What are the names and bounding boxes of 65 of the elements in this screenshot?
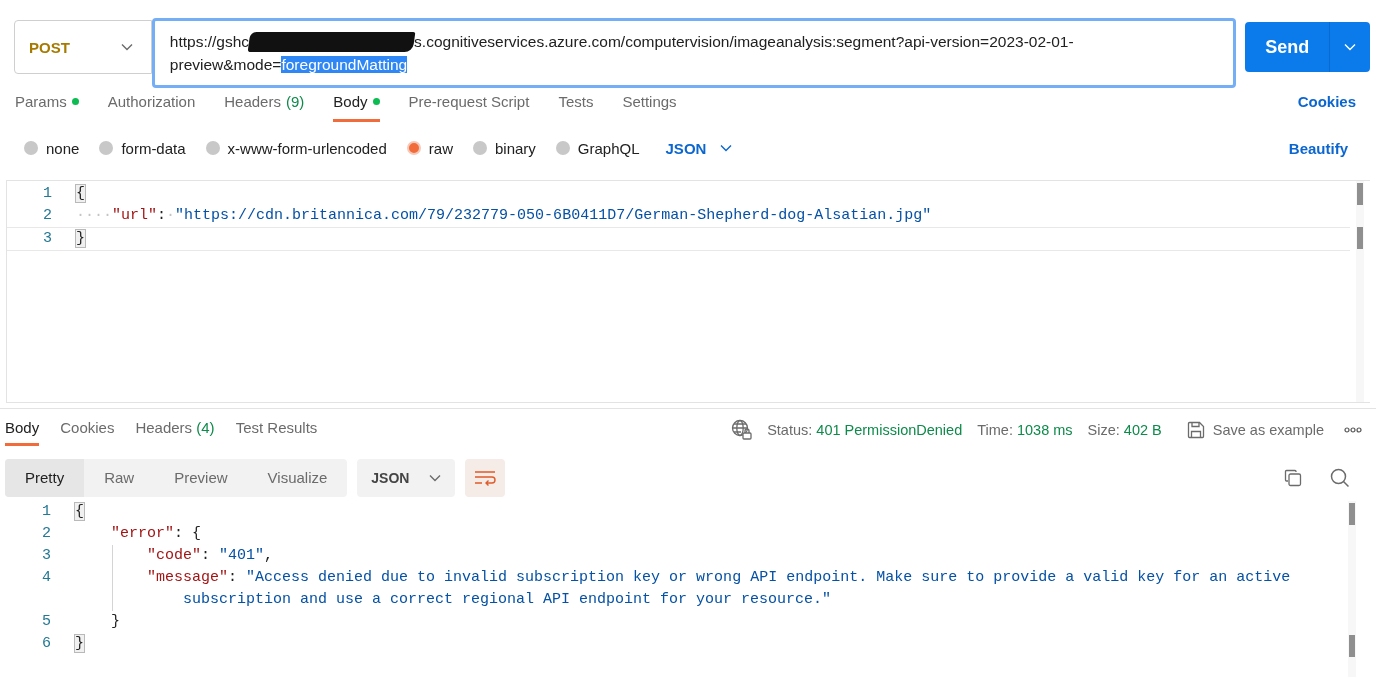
more-icon[interactable] — [1344, 427, 1362, 433]
response-tab[interactable]: Cookies — [60, 419, 115, 446]
beautify-link[interactable]: Beautify — [1288, 139, 1348, 157]
cookies-link[interactable]: Cookies — [1297, 89, 1356, 110]
chevron-down-icon — [120, 43, 133, 51]
wrap-lines-icon — [474, 469, 497, 486]
radio-button[interactable] — [99, 141, 114, 155]
radio-button[interactable] — [24, 141, 38, 155]
radio-button[interactable] — [406, 141, 421, 155]
view-mode-tab[interactable]: Visualize — [247, 458, 348, 497]
line-number: 5 — [41, 612, 51, 632]
code-line: "code": "401", — [75, 545, 1325, 567]
globe-lock-icon[interactable] — [731, 419, 754, 441]
save-example-link[interactable]: Save as example — [1212, 422, 1324, 438]
status-item: Size: 402 B — [1087, 422, 1162, 438]
line-number: 1 — [41, 502, 51, 522]
request-tab[interactable]: Pre-request Script — [408, 89, 530, 122]
request-tab[interactable]: Authorization — [107, 89, 196, 122]
radio-button[interactable] — [472, 141, 487, 155]
radio-label[interactable]: GraphQL — [577, 139, 640, 157]
line-number: 1 — [42, 184, 52, 204]
wrap-lines-button[interactable] — [465, 458, 506, 497]
view-mode-tab[interactable]: Pretty — [5, 458, 85, 497]
scroll-marker — [1349, 635, 1355, 657]
line-number: 3 — [42, 229, 52, 249]
scrollbar-thumb[interactable] — [1357, 183, 1363, 205]
save-icon[interactable] — [1186, 421, 1205, 439]
format-dropdown[interactable]: JSON — [665, 139, 733, 157]
line-number: 2 — [41, 524, 51, 544]
line-number: 3 — [41, 546, 51, 566]
code-line: "message": "Access denied due to invalid subscription key or wrong API endpoint. Make sure to provide a valid key for an active subscription and use a correct regional API endpoint for your resource." — [75, 567, 1325, 611]
line-number: 6 — [41, 634, 51, 654]
request-tab[interactable]: Params — [15, 89, 79, 122]
chevron-down-icon — [429, 473, 442, 482]
method-dropdown[interactable]: POST — [14, 20, 152, 74]
code-line: } — [110, 612, 122, 632]
status-item: Time: 1038 ms — [977, 422, 1073, 438]
response-tab[interactable]: Test Results — [235, 419, 318, 446]
chevron-down-icon — [720, 144, 733, 152]
code-line: ····"url":·"https://cdn.britannica.com/79/232779-050-6B0411D7/German-Shepherd-dog-Alsatian.jpg" — [76, 206, 933, 226]
search-icon[interactable] — [1330, 467, 1350, 488]
code-line: "error": { — [110, 524, 203, 544]
radio-label[interactable]: none — [46, 139, 80, 157]
response-tab[interactable]: Headers (4) — [135, 419, 215, 446]
request-tab[interactable]: Headers (9) — [224, 89, 305, 122]
status-item: Status: 401 PermissionDenied — [767, 422, 963, 438]
request-tab[interactable]: Settings — [622, 89, 677, 122]
radio-label[interactable]: x-www-form-urlencoded — [227, 139, 387, 157]
request-tab[interactable]: Body — [333, 89, 380, 122]
chevron-down-icon — [1344, 43, 1357, 51]
scroll-marker — [1357, 227, 1363, 249]
scrollbar-thumb[interactable] — [1349, 503, 1355, 525]
line-number: 2 — [42, 206, 52, 226]
response-tab[interactable]: Body — [5, 419, 40, 446]
line-number: 4 — [41, 568, 51, 588]
radio-label[interactable]: form-data — [121, 139, 186, 157]
radio-label[interactable]: raw — [428, 139, 453, 157]
format-dropdown[interactable]: JSON — [357, 458, 456, 497]
view-mode-tab[interactable]: Raw — [84, 458, 155, 497]
request-tab[interactable]: Tests — [558, 89, 594, 122]
copy-icon[interactable] — [1284, 468, 1302, 487]
view-mode-tab[interactable]: Preview — [154, 458, 248, 497]
radio-button[interactable] — [555, 141, 570, 155]
radio-label[interactable]: binary — [494, 139, 536, 157]
radio-button[interactable] — [205, 141, 220, 155]
